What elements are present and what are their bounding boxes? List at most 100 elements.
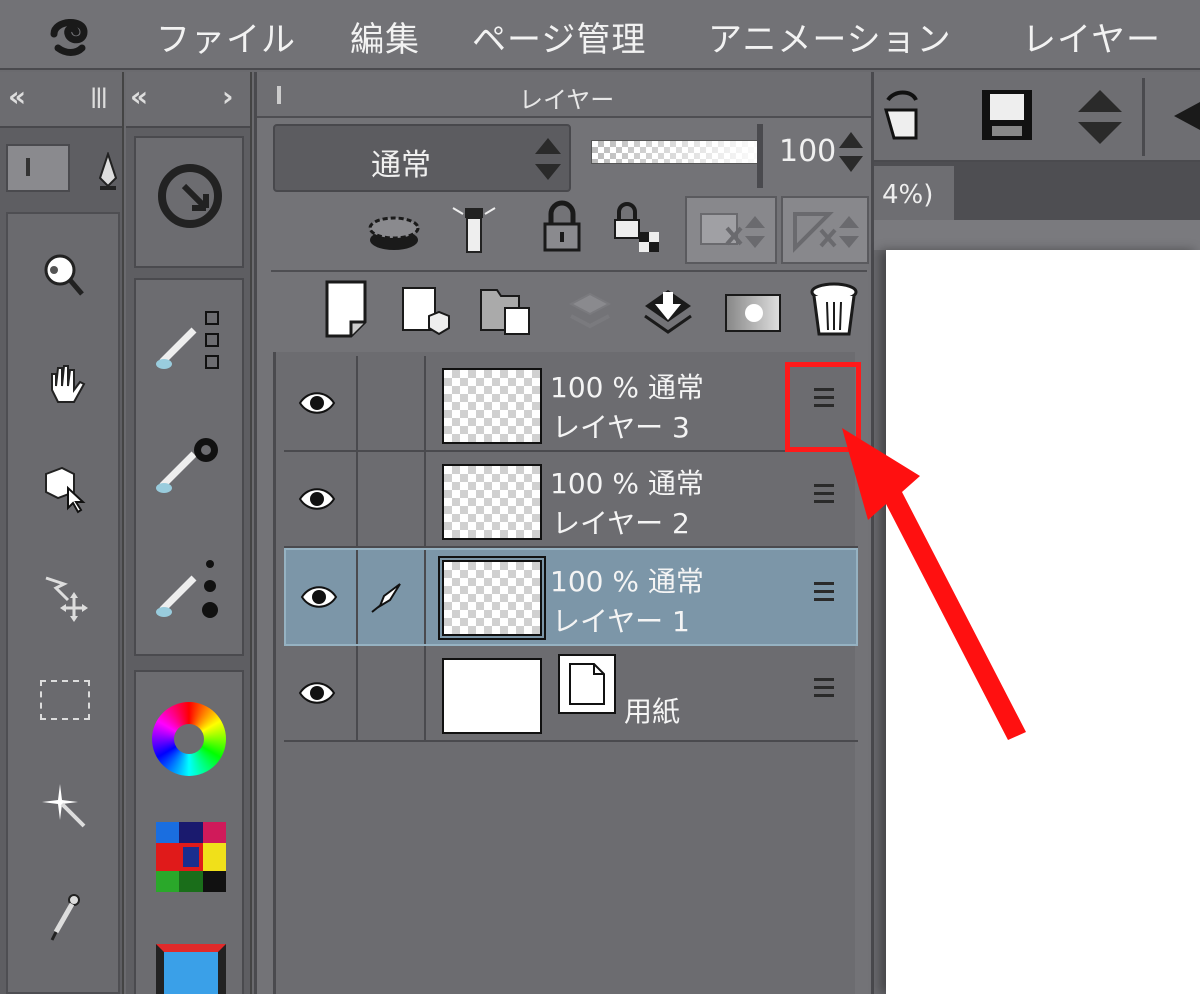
divider bbox=[1142, 78, 1145, 156]
new-folder-icon[interactable] bbox=[479, 284, 533, 338]
tool-palette: « ||| bbox=[0, 72, 124, 994]
layer-name[interactable]: レイヤー 1 bbox=[552, 600, 690, 640]
divider bbox=[424, 452, 426, 546]
menu-bar: ファイル 編集 ページ管理 アニメーション レイヤー bbox=[0, 0, 1200, 70]
tool-settings-icon[interactable] bbox=[154, 426, 230, 502]
canvas-tab[interactable]: 4%) bbox=[874, 166, 954, 220]
hand-tool-icon[interactable] bbox=[38, 360, 92, 414]
ruler-disabled-button[interactable] bbox=[781, 196, 869, 264]
move-tool-icon[interactable] bbox=[38, 570, 92, 624]
divider bbox=[356, 356, 358, 450]
canvas-tab-bar: 4%) bbox=[874, 162, 1200, 220]
layer-name[interactable]: 用紙 bbox=[624, 690, 680, 730]
clip-to-layer-icon[interactable] bbox=[367, 206, 421, 260]
subtool-list-icon[interactable] bbox=[154, 302, 230, 378]
layer-thumbnail[interactable] bbox=[442, 368, 542, 444]
blend-mode-value: 通常 bbox=[371, 148, 431, 183]
layer-name[interactable]: レイヤー 2 bbox=[552, 502, 690, 542]
transfer-down-disabled-icon[interactable] bbox=[563, 284, 617, 338]
spinner-icon bbox=[535, 138, 561, 180]
paper-layer-icon bbox=[558, 654, 616, 714]
object-tool-icon[interactable] bbox=[38, 460, 92, 514]
tool-palette-tab[interactable] bbox=[6, 144, 70, 192]
opacity-slider-handle[interactable] bbox=[757, 124, 763, 188]
divider bbox=[356, 452, 358, 546]
merge-down-icon[interactable] bbox=[641, 282, 695, 336]
brush-size-icon[interactable] bbox=[154, 550, 230, 626]
ruler-disabled-icon bbox=[793, 212, 859, 253]
opacity-slider[interactable] bbox=[591, 140, 759, 164]
layer-row[interactable]: 100 % 通常 レイヤー 2 bbox=[284, 452, 858, 548]
pen-nib-icon[interactable] bbox=[96, 152, 120, 192]
save-icon[interactable] bbox=[978, 86, 1036, 144]
layer-opacity-mode: 100 % 通常 bbox=[550, 371, 704, 404]
blend-mode-select[interactable]: 通常 bbox=[273, 124, 571, 192]
tool-palette-header: « ||| bbox=[0, 72, 122, 128]
quick-access-icon[interactable] bbox=[154, 160, 230, 236]
menu-layer[interactable]: レイヤー bbox=[1022, 12, 1161, 61]
layer-mask-disabled-button[interactable] bbox=[685, 196, 777, 264]
quick-access-box bbox=[134, 136, 244, 268]
panel-title-bar: レイヤー bbox=[257, 72, 871, 118]
film-icon[interactable] bbox=[156, 944, 226, 994]
tool-list bbox=[6, 212, 120, 994]
menu-page[interactable]: ページ管理 bbox=[472, 12, 646, 61]
panel-title: レイヤー bbox=[519, 86, 615, 114]
layer-row[interactable]: 用紙 bbox=[284, 646, 858, 742]
menu-edit[interactable]: 編集 bbox=[350, 12, 420, 61]
layer-row-selected[interactable]: 100 % 通常 レイヤー 1 bbox=[284, 548, 858, 646]
lock-layer-icon[interactable] bbox=[535, 200, 589, 254]
layer-name[interactable]: レイヤー 3 bbox=[552, 406, 690, 446]
new-raster-layer-icon[interactable] bbox=[319, 278, 373, 340]
layer-thumbnail[interactable] bbox=[442, 464, 542, 540]
grip-icon[interactable]: ||| bbox=[90, 84, 108, 108]
mask-disabled-icon bbox=[700, 213, 765, 248]
lock-transparent-icon[interactable] bbox=[611, 200, 665, 254]
eye-icon[interactable] bbox=[298, 390, 336, 416]
divider bbox=[271, 270, 867, 272]
canvas-ruler bbox=[874, 220, 1200, 250]
layer-panel: レイヤー 通常 100 100 % 通常 レイヤー 3 100 % 通常 レイヤ… bbox=[254, 72, 874, 994]
collapse-chevron-icon[interactable]: « bbox=[130, 80, 148, 113]
reference-layer-icon[interactable] bbox=[447, 200, 501, 254]
eye-icon[interactable] bbox=[300, 584, 338, 610]
palette-menu-icon[interactable] bbox=[277, 86, 297, 104]
red-arrow-annotation bbox=[842, 428, 1026, 740]
tool-property-box bbox=[134, 278, 244, 656]
menu-animation[interactable]: アニメーション bbox=[708, 12, 952, 61]
palette-menu-icon bbox=[26, 158, 46, 176]
layer-list: 100 % 通常 レイヤー 3 100 % 通常 レイヤー 2 100 % 通常… bbox=[273, 352, 858, 994]
layer-thumbnail[interactable] bbox=[442, 658, 542, 734]
eyedropper-icon[interactable] bbox=[38, 890, 92, 944]
command-bar bbox=[874, 72, 1200, 162]
eye-icon[interactable] bbox=[298, 486, 336, 512]
layer-thumbnail[interactable] bbox=[438, 556, 546, 640]
toolbar-overflow-icon[interactable] bbox=[1166, 94, 1200, 142]
collapse-chevron-icon[interactable]: « bbox=[8, 80, 26, 113]
divider bbox=[424, 356, 426, 450]
divider bbox=[424, 550, 426, 644]
spinner-icon[interactable] bbox=[1076, 86, 1124, 148]
layer-row[interactable]: 100 % 通常 レイヤー 3 bbox=[284, 356, 858, 452]
canvas-tab-label: 4%) bbox=[882, 180, 934, 210]
color-wheel-icon[interactable] bbox=[152, 702, 226, 776]
opacity-value[interactable]: 100 bbox=[779, 134, 836, 169]
menu-file[interactable]: ファイル bbox=[156, 12, 296, 61]
pen-icon[interactable] bbox=[370, 582, 404, 614]
undo-trash-icon[interactable] bbox=[882, 86, 922, 142]
sub-tool-header: « › bbox=[126, 72, 250, 128]
new-vector-layer-icon[interactable] bbox=[399, 284, 453, 338]
color-set-icon[interactable] bbox=[156, 822, 226, 892]
selection-tool-icon[interactable] bbox=[40, 680, 90, 720]
eye-icon[interactable] bbox=[298, 680, 336, 706]
delete-layer-icon[interactable] bbox=[807, 278, 861, 338]
expand-chevron-icon[interactable]: › bbox=[222, 80, 234, 113]
auto-select-icon[interactable] bbox=[38, 780, 92, 834]
zoom-tool-icon[interactable] bbox=[38, 250, 92, 304]
divider bbox=[356, 550, 358, 644]
divider bbox=[424, 646, 426, 740]
spinner-icon[interactable] bbox=[837, 130, 865, 174]
clip-studio-logo-icon[interactable] bbox=[44, 14, 94, 60]
divider bbox=[356, 646, 358, 740]
layer-mask-icon[interactable] bbox=[725, 294, 781, 332]
